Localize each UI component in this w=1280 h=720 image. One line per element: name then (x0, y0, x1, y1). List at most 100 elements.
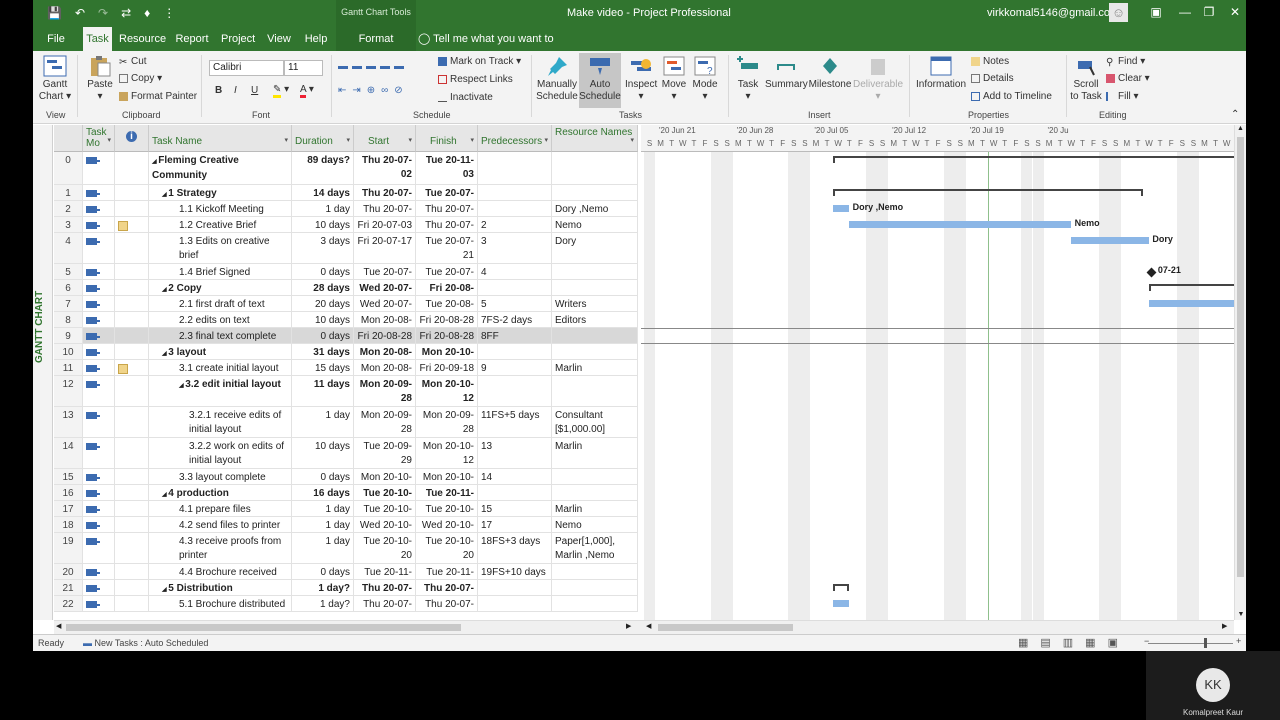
scroll-up-icon[interactable]: ▲ (1235, 125, 1246, 132)
task-mode-cell[interactable] (83, 360, 115, 375)
predecessors-cell[interactable] (478, 201, 552, 216)
new-tasks-status[interactable]: ▬ New Tasks : Auto Scheduled (83, 638, 208, 648)
resource-names-cell[interactable]: Editors (552, 312, 638, 327)
predecessors-cell[interactable]: 19FS+10 days (478, 564, 552, 579)
start-cell[interactable]: Mon 20-08-17 (354, 312, 416, 327)
row-id[interactable]: 15 (54, 469, 83, 484)
add-to-timeline-button[interactable]: Add to Timeline (971, 91, 1052, 102)
indicator-cell[interactable] (115, 501, 149, 516)
indicator-cell[interactable] (115, 296, 149, 311)
zoom-thumb[interactable] (1204, 638, 1207, 648)
start-cell[interactable]: Tue 20-10-20 (354, 533, 416, 563)
mark-on-track-button[interactable]: Mark on Track ▾ (438, 56, 521, 67)
task-name-cell[interactable]: 4.4 Brochure received (149, 564, 292, 579)
milestone-diamond[interactable] (1146, 267, 1157, 278)
resource-names-cell[interactable] (552, 485, 638, 500)
minimize-button[interactable]: — (1175, 5, 1195, 19)
indicator-cell[interactable] (115, 264, 149, 279)
account-email[interactable]: virkkomal5146@gmail.com (987, 7, 1119, 19)
indicator-cell[interactable] (115, 328, 149, 343)
table-row[interactable]: 51.4 Brief Signed0 daysTue 20-07-21Tue 2… (54, 264, 638, 280)
tag-icon[interactable]: ♦ (144, 6, 150, 20)
resource-names-cell[interactable] (552, 564, 638, 579)
predecessors-cell[interactable] (478, 376, 552, 406)
duration-cell[interactable]: 0 days (292, 564, 354, 579)
tab-format[interactable]: Format (336, 27, 416, 51)
finish-cell[interactable]: Mon 20-10-12 (416, 376, 478, 406)
predecessors-cell[interactable] (478, 596, 552, 611)
duration-cell[interactable]: 10 days (292, 217, 354, 232)
table-row[interactable]: 1 ◢ 1 Strategy14 daysThu 20-07-02Tue 20-0… (54, 185, 638, 201)
duration-cell[interactable]: 28 days (292, 280, 354, 295)
summary-bar[interactable] (1149, 284, 1234, 291)
predecessors-cell[interactable] (478, 485, 552, 500)
predecessors-cell[interactable]: 11FS+5 days (478, 407, 552, 437)
predecessors-cell[interactable] (478, 344, 552, 359)
finish-cell[interactable]: Tue 20-08-18 (416, 296, 478, 311)
row-id[interactable]: 22 (54, 596, 83, 611)
duration-cell[interactable]: 1 day? (292, 580, 354, 595)
row-id[interactable]: 13 (54, 407, 83, 437)
col-header-task-mode[interactable]: Task Mo ▾ (83, 125, 115, 152)
task-mode-cell[interactable] (83, 376, 115, 406)
finish-cell[interactable]: Tue 20-07-21 (416, 264, 478, 279)
inspect-button[interactable]: Inspect ▾ (625, 55, 657, 103)
row-id[interactable]: 12 (54, 376, 83, 406)
task-bar[interactable] (1149, 300, 1234, 307)
table-row[interactable]: 6 ◢ 2 Copy28 daysWed 20-07-22Fri 20-08-28 (54, 280, 638, 296)
italic-button[interactable]: I (234, 85, 237, 96)
link-icon[interactable]: ⇄ (121, 6, 131, 20)
predecessors-cell[interactable]: 4 (478, 264, 552, 279)
indicator-cell[interactable] (115, 596, 149, 611)
finish-cell[interactable]: Thu 20-07-02 (416, 580, 478, 595)
note-icon[interactable] (118, 221, 128, 231)
start-cell[interactable]: Fri 20-08-28 (354, 328, 416, 343)
task-name-cell[interactable]: ◢ 1 Strategy (149, 185, 292, 200)
task-mode-cell[interactable] (83, 580, 115, 595)
task-name-cell[interactable]: 2.3 final text complete (149, 328, 292, 343)
task-name-cell[interactable]: 1.1 Kickoff Meeting (149, 201, 292, 216)
tab-file[interactable]: File (41, 27, 71, 51)
duration-cell[interactable]: 1 day (292, 407, 354, 437)
tab-task[interactable]: Task (83, 27, 112, 51)
resource-names-cell[interactable]: Marlin (552, 438, 638, 468)
finish-cell[interactable]: Mon 20-10-12 (416, 469, 478, 484)
table-row[interactable]: 153.3 layout complete0 daysMon 20-10-12M… (54, 469, 638, 485)
start-cell[interactable]: Thu 20-07-02 (354, 185, 416, 200)
start-cell[interactable]: Thu 20-07-02 (354, 596, 416, 611)
task-name-cell[interactable]: 3.1 create initial layout (149, 360, 292, 375)
task-mode-cell[interactable] (83, 533, 115, 563)
task-mode-cell[interactable] (83, 296, 115, 311)
indicator-cell[interactable] (115, 564, 149, 579)
redo-icon[interactable]: ↷ (98, 6, 108, 20)
bold-button[interactable]: B (215, 85, 222, 96)
predecessors-cell[interactable] (478, 152, 552, 184)
start-cell[interactable]: Thu 20-07-02 (354, 201, 416, 216)
row-id[interactable]: 5 (54, 264, 83, 279)
copy-button[interactable]: Copy ▾ (119, 73, 162, 84)
predecessors-cell[interactable]: 13 (478, 438, 552, 468)
task-name-cell[interactable]: 4.3 receive proofs from printer (149, 533, 292, 563)
predecessors-cell[interactable]: 7FS-2 days (478, 312, 552, 327)
scroll-down-icon[interactable]: ▼ (1235, 611, 1246, 618)
resource-names-cell[interactable] (552, 328, 638, 343)
summary-bar[interactable] (832, 189, 1144, 196)
predecessors-cell[interactable]: 8FF (478, 328, 552, 343)
row-id[interactable]: 1 (54, 185, 83, 200)
finish-cell[interactable]: Fri 20-08-28 (416, 280, 478, 295)
table-row[interactable]: 22 5.1 Brochure distributed 1 day? Thu 20-0… (54, 596, 638, 612)
row-id[interactable]: 6 (54, 280, 83, 295)
task-bar[interactable] (832, 600, 850, 607)
row-id[interactable]: 7 (54, 296, 83, 311)
resource-names-cell[interactable] (552, 152, 638, 184)
scroll-to-task-button[interactable]: Scroll to Task (1069, 55, 1103, 103)
duration-cell[interactable]: 31 days (292, 344, 354, 359)
indicator-cell[interactable] (115, 533, 149, 563)
task-mode-cell[interactable] (83, 501, 115, 516)
finish-cell[interactable]: Mon 20-10-12 (416, 438, 478, 468)
select-all-corner[interactable] (54, 125, 83, 152)
predecessors-cell[interactable] (478, 580, 552, 595)
predecessors-cell[interactable] (478, 280, 552, 295)
indicator-cell[interactable] (115, 469, 149, 484)
manually-schedule-button[interactable]: Manually Schedule (536, 55, 578, 103)
